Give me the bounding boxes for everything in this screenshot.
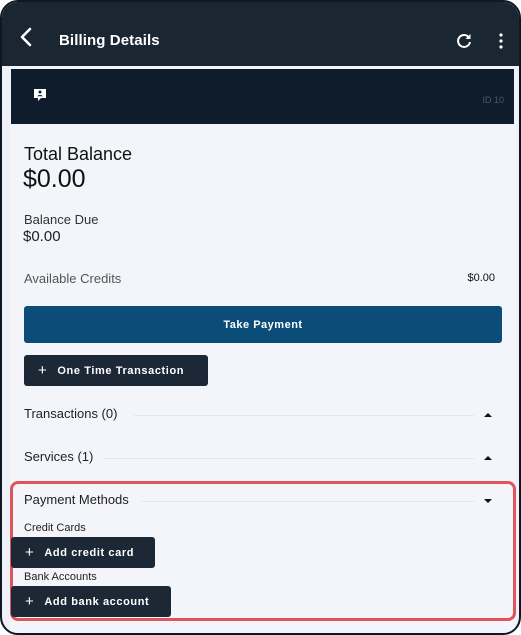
divider [104,458,474,459]
plus-icon: + [25,544,35,561]
add-bank-account-label: Add bank account [44,595,150,608]
one-time-transaction-label: One Time Transaction [57,364,185,377]
services-section-header[interactable]: Services (1) [24,449,502,469]
one-time-transaction-button[interactable]: + One Time Transaction [24,355,208,386]
total-balance-value: $0.00 [23,165,86,193]
device-frame: Billing Details ID 10 Total Balance $0.0… [0,0,521,635]
services-label: Services (1) [24,449,94,464]
add-credit-card-label: Add credit card [44,546,135,559]
divider [142,501,474,502]
more-vert-icon[interactable] [498,32,504,50]
back-arrow-icon[interactable] [16,26,38,48]
credit-cards-label: Credit Cards [24,522,86,534]
transactions-section-header[interactable]: Transactions (0) [24,406,502,426]
add-credit-card-button[interactable]: + Add credit card [11,537,155,568]
account-banner: ID 10 [11,69,514,124]
take-payment-button[interactable]: Take Payment [24,306,502,343]
payment-methods-label: Payment Methods [24,492,129,507]
plus-icon: + [38,362,48,379]
app-bar: Billing Details [2,2,519,66]
balance-due-value: $0.00 [23,228,61,245]
available-credits-value: $0.00 [467,272,495,284]
total-balance-label: Total Balance [24,144,133,164]
billing-content: ID 10 Total Balance $0.00 Balance Due $0… [10,66,516,633]
available-credits-label: Available Credits [24,271,122,286]
message-badge-icon [34,89,46,101]
take-payment-label: Take Payment [223,318,303,331]
plus-icon: + [25,593,35,610]
bank-accounts-label: Bank Accounts [24,571,97,583]
caret-up-icon[interactable] [484,454,492,462]
account-id: ID 10 [482,95,504,105]
page-title: Billing Details [59,32,160,49]
caret-down-icon[interactable] [484,497,492,505]
balance-due-label: Balance Due [24,212,99,227]
caret-up-icon[interactable] [484,411,492,419]
add-bank-account-button[interactable]: + Add bank account [11,586,171,617]
payment-methods-section-header[interactable]: Payment Methods [24,492,502,512]
divider [134,415,474,416]
transactions-label: Transactions (0) [24,406,118,421]
refresh-icon[interactable] [455,32,473,50]
